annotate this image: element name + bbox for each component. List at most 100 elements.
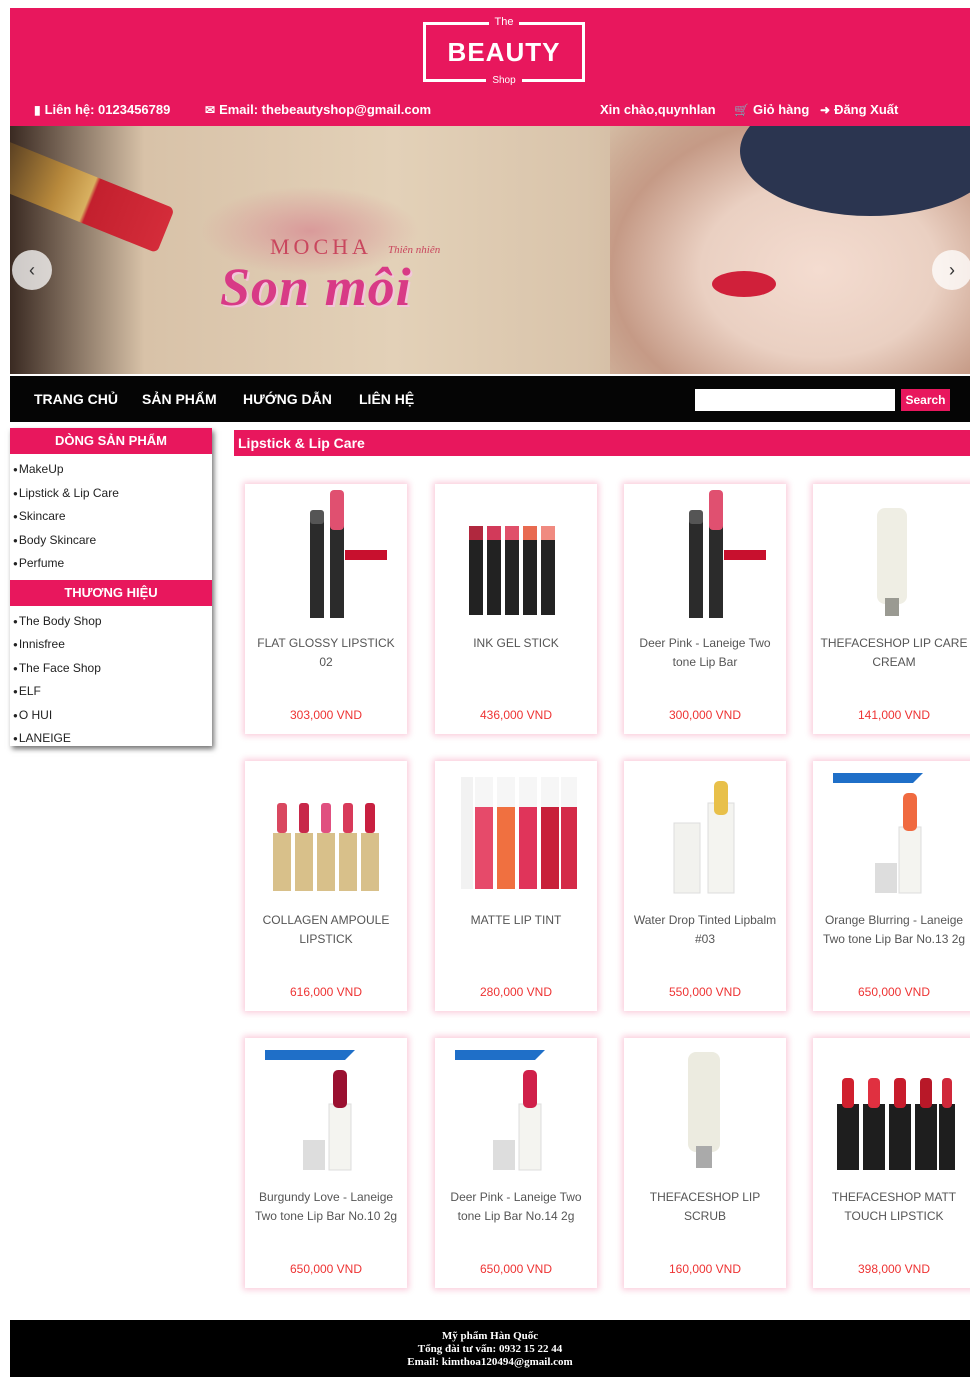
chevron-right-icon[interactable]: › xyxy=(932,250,970,290)
product-price: 650,000 VND xyxy=(289,1262,363,1276)
banner-headline: Son môi xyxy=(220,257,412,317)
sidebar: DÒNG SẢN PHẨM MakeUp Lipstick & Lip Care… xyxy=(10,428,212,746)
product-image xyxy=(273,803,379,891)
product-card[interactable]: Deer Pink - Laneige Two tone Lip Bar 300… xyxy=(624,484,786,734)
product-price: 280,000 VND xyxy=(479,985,553,999)
contact-email-text: Email: thebeautyshop@gmail.com xyxy=(219,102,432,117)
product-card[interactable]: FLAT GLOSSY LIPSTICK 02 303,000 VND xyxy=(245,484,407,734)
sidebar-item-innisfree[interactable]: Innisfree xyxy=(13,633,212,657)
product-price: 398,000 VND xyxy=(857,1262,931,1276)
product-price: 650,000 VND xyxy=(479,1262,553,1276)
cart-link-text: Giỏ hàng xyxy=(752,102,810,117)
logout-link-text: Đăng Xuất xyxy=(834,102,899,117)
product-price: 650,000 VND xyxy=(857,985,931,999)
sidebar-item-the-body-shop[interactable]: The Body Shop xyxy=(13,610,212,634)
product-image xyxy=(461,777,577,889)
chevron-left-icon[interactable]: ‹ xyxy=(12,250,52,290)
lipstick-image xyxy=(10,130,175,254)
product-price: 616,000 VND xyxy=(289,985,363,999)
search-input[interactable] xyxy=(695,389,895,411)
contact-phone-text: Liên hệ: 0123456789 xyxy=(44,102,171,117)
product-name[interactable]: INK GEL STICK xyxy=(439,634,593,653)
product-name[interactable]: Burgundy Love - Laneige Two tone Lip Bar… xyxy=(249,1188,403,1226)
hero-carousel: MOCHA Thiên nhiên Son môi ‹ › xyxy=(10,126,970,374)
product-name[interactable]: FLAT GLOSSY LIPSTICK 02 xyxy=(249,634,403,672)
contact-email: ✉ Email: thebeautyshop@gmail.com xyxy=(205,102,431,117)
footer-title: Mỹ phẩm Hàn Quốc xyxy=(441,1330,539,1342)
logout-link[interactable]: ➜ Đăng Xuất xyxy=(820,102,898,117)
cart-icon: 🛒 xyxy=(734,102,749,117)
phone-icon: ▮ xyxy=(34,102,41,117)
site-logo[interactable]: The BEAUTY Shop xyxy=(423,16,585,86)
model-lips xyxy=(712,271,776,297)
sidebar-item-laneige[interactable]: LANEIGE xyxy=(13,727,212,751)
sidebar-brands-heading: THƯƠNG HIỆU xyxy=(10,579,212,606)
product-name[interactable]: Water Drop Tinted Lipbalm #03 xyxy=(628,911,782,949)
product-image xyxy=(837,1078,955,1170)
product-image xyxy=(688,1052,720,1168)
site-footer: Mỹ phẩm Hàn Quốc Tổng đài tư vấn: 0932 1… xyxy=(10,1320,970,1377)
product-name[interactable]: THEFACESHOP LIP CARE CREAM xyxy=(817,634,970,672)
nav-products[interactable]: SẢN PHẨM xyxy=(142,376,217,422)
category-title: Lipstick & Lip Care xyxy=(234,430,970,456)
product-card[interactable]: Burgundy Love - Laneige Two tone Lip Bar… xyxy=(245,1038,407,1288)
sidebar-item-skincare[interactable]: Skincare xyxy=(13,505,212,529)
product-card[interactable]: Water Drop Tinted Lipbalm #03 550,000 VN… xyxy=(624,761,786,1011)
product-card[interactable]: THEFACESHOP LIP SCRUB 160,000 VND xyxy=(624,1038,786,1288)
product-price: 160,000 VND xyxy=(668,1262,742,1276)
brands-list: The Body Shop Innisfree The Face Shop EL… xyxy=(10,606,212,755)
product-card[interactable]: Deer Pink - Laneige Two tone Lip Bar No.… xyxy=(435,1038,597,1288)
product-card[interactable]: Orange Blurring - Laneige Two tone Lip B… xyxy=(813,761,970,1011)
product-price: 300,000 VND xyxy=(668,708,742,722)
sidebar-item-elf[interactable]: ELF xyxy=(13,680,212,704)
footer-hotline: Tổng đài tư vấn: 0932 15 22 44 xyxy=(417,1343,563,1355)
user-greeting-text: Xin chào,quynhlan xyxy=(600,102,716,117)
sidebar-item-ohui[interactable]: O HUI xyxy=(13,704,212,728)
nav-guide[interactable]: HƯỚNG DẪN xyxy=(243,376,332,422)
nav-contact[interactable]: LIÊN HỆ xyxy=(359,376,414,422)
product-image xyxy=(265,1050,355,1171)
product-price: 436,000 VND xyxy=(479,708,553,722)
product-lines-list: MakeUp Lipstick & Lip Care Skincare Body… xyxy=(10,454,212,580)
product-image xyxy=(455,1050,545,1171)
search-button[interactable]: Search xyxy=(901,389,950,411)
cart-link[interactable]: 🛒 Giỏ hàng xyxy=(734,102,809,117)
product-price: 303,000 VND xyxy=(289,708,363,722)
product-card[interactable]: INK GEL STICK 436,000 VND xyxy=(435,484,597,734)
envelope-icon: ✉ xyxy=(205,102,216,117)
contact-phone: ▮ Liên hệ: 0123456789 xyxy=(34,102,170,117)
product-image xyxy=(673,781,735,894)
product-name[interactable]: THEFACESHOP LIP SCRUB xyxy=(628,1188,782,1226)
user-greeting[interactable]: Xin chào,quynhlan xyxy=(600,102,716,117)
sidebar-item-lipstick[interactable]: Lipstick & Lip Care xyxy=(13,482,212,506)
product-image xyxy=(833,773,923,894)
product-price: 550,000 VND xyxy=(668,985,742,999)
product-name[interactable]: Deer Pink - Laneige Two tone Lip Bar No.… xyxy=(439,1188,593,1226)
product-name[interactable]: Deer Pink - Laneige Two tone Lip Bar xyxy=(628,634,782,672)
product-card[interactable]: THEFACESHOP MATT TOUCH LIPSTICK 398,000 … xyxy=(813,1038,970,1288)
sidebar-item-perfume[interactable]: Perfume xyxy=(13,552,212,576)
sidebar-item-the-face-shop[interactable]: The Face Shop xyxy=(13,657,212,681)
footer-email: Email: kimthoa120494@gmail.com xyxy=(407,1356,573,1368)
nav-home[interactable]: TRANG CHỦ xyxy=(34,376,118,422)
product-card[interactable]: THEFACESHOP LIP CARE CREAM 141,000 VND xyxy=(813,484,970,734)
product-image xyxy=(310,490,387,618)
logo-bottom-text: Shop xyxy=(486,75,522,86)
logo-top-text: The xyxy=(488,16,520,28)
product-image xyxy=(469,526,555,615)
logo-main-text: BEAUTY xyxy=(447,37,561,67)
product-name[interactable]: THEFACESHOP MATT TOUCH LIPSTICK xyxy=(817,1188,970,1226)
product-image xyxy=(689,490,766,618)
site-header: The BEAUTY Shop ▮ Liên hệ: 0123456789 ✉ … xyxy=(10,8,970,126)
banner-brand-sub: Thiên nhiên xyxy=(388,244,441,256)
product-image xyxy=(877,508,907,616)
sidebar-item-makeup[interactable]: MakeUp xyxy=(13,458,212,482)
product-name[interactable]: COLLAGEN AMPOULE LIPSTICK xyxy=(249,911,403,949)
sidebar-item-body-skincare[interactable]: Body Skincare xyxy=(13,529,212,553)
product-card[interactable]: COLLAGEN AMPOULE LIPSTICK 616,000 VND xyxy=(245,761,407,1011)
main-nav: TRANG CHỦ SẢN PHẨM HƯỚNG DẪN LIÊN HỆ Sea… xyxy=(10,376,970,422)
product-name[interactable]: MATTE LIP TINT xyxy=(439,911,593,930)
logout-icon: ➜ xyxy=(820,102,831,117)
product-card[interactable]: MATTE LIP TINT 280,000 VND xyxy=(435,761,597,1011)
product-name[interactable]: Orange Blurring - Laneige Two tone Lip B… xyxy=(817,911,970,949)
